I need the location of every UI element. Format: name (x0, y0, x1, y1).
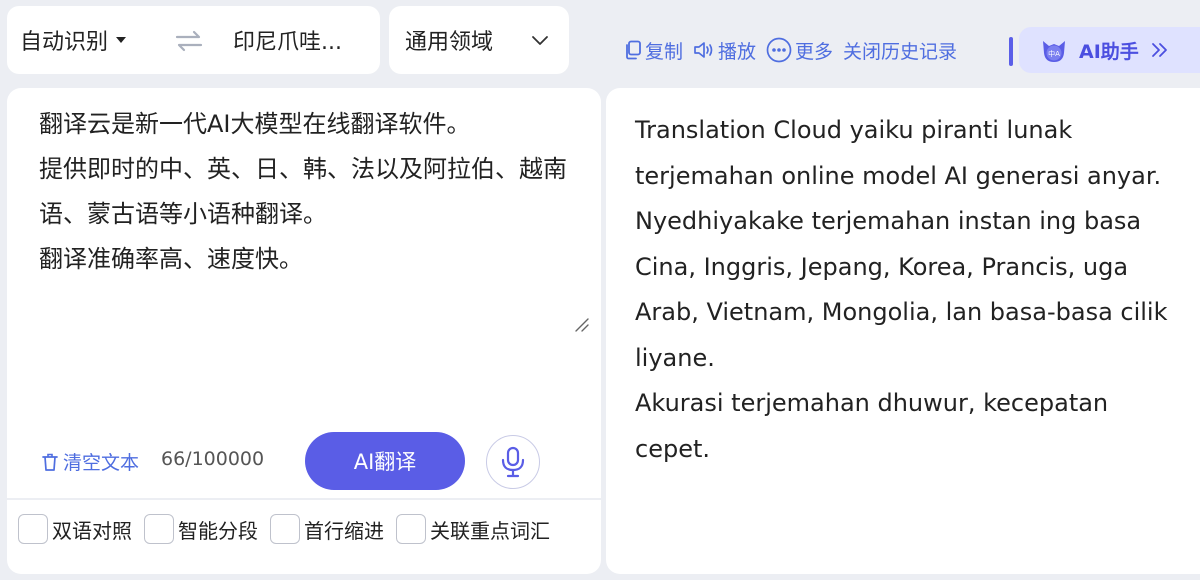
translation-options: 双语对照 智能分段 首行缩进 关联重点词汇 (7, 500, 601, 574)
target-language-dropdown[interactable]: 印尼爪哇... (233, 6, 342, 74)
microphone-icon (501, 446, 525, 478)
ai-assistant-avatar-icon: 中A (1043, 41, 1065, 62)
svg-text:中A: 中A (1048, 49, 1060, 58)
ai-assistant-button[interactable]: 中A AI助手 (1019, 27, 1200, 73)
chevron-down-icon (532, 36, 548, 45)
copy-button[interactable]: 复制 (624, 37, 683, 64)
option-bilingual[interactable]: 双语对照 (18, 514, 132, 544)
option-first-line-indent[interactable]: 首行缩进 (270, 514, 384, 544)
ai-assistant-label: AI助手 (1079, 40, 1139, 63)
ai-translate-button[interactable]: AI翻译 (305, 432, 465, 490)
ai-translate-label: AI翻译 (353, 450, 417, 474)
clear-text-button[interactable]: 清空文本 (41, 448, 139, 475)
play-button[interactable]: 播放 (693, 37, 756, 64)
checkbox[interactable] (396, 514, 426, 544)
option-label: 关联重点词汇 (430, 518, 550, 543)
double-chevron-right-icon (1151, 43, 1167, 57)
copy-label: 复制 (645, 40, 684, 63)
option-label: 双语对照 (52, 518, 132, 543)
language-selector: 自动识别 印尼爪哇... (7, 6, 380, 74)
option-label: 智能分段 (178, 518, 258, 543)
source-language-label: 自动识别 (20, 30, 109, 55)
character-count: 66/100000 (161, 448, 265, 470)
translation-output: Translation Cloud yaiku piranti lunak te… (635, 116, 1168, 463)
close-history-label: 关闭历史记录 (843, 40, 958, 63)
caret-down-icon (116, 37, 127, 43)
trash-icon (42, 453, 58, 471)
close-history-button[interactable]: 关闭历史记录 (843, 37, 957, 64)
target-language-label: 印尼爪哇... (233, 30, 342, 55)
option-label: 首行缩进 (304, 518, 384, 543)
source-language-dropdown[interactable]: 自动识别 (20, 6, 127, 74)
option-smart-paragraph[interactable]: 智能分段 (144, 514, 258, 544)
clear-text-label: 清空文本 (63, 452, 140, 474)
speaker-icon (694, 42, 713, 58)
more-button[interactable]: 更多 (766, 37, 833, 64)
domain-label: 通用领域 (405, 30, 494, 55)
more-dots-icon (766, 37, 792, 63)
copy-icon (626, 40, 641, 60)
option-key-vocabulary[interactable]: 关联重点词汇 (396, 514, 550, 544)
toolbar-divider (1009, 37, 1013, 66)
source-panel: 翻译云是新一代AI大模型在线翻译软件。 提供即时的中、英、日、韩、法以及阿拉伯、… (7, 88, 601, 498)
checkbox[interactable] (18, 514, 48, 544)
checkbox[interactable] (144, 514, 174, 544)
source-text-input[interactable]: 翻译云是新一代AI大模型在线翻译软件。 提供即时的中、英、日、韩、法以及阿拉伯、… (39, 102, 579, 282)
result-toolbar: 复制 播放 更多 关闭历史记录 (624, 30, 967, 70)
play-label: 播放 (718, 40, 757, 63)
voice-input-button[interactable] (486, 435, 540, 489)
more-label: 更多 (795, 40, 834, 63)
swap-arrows-icon[interactable] (175, 30, 203, 52)
target-panel: Translation Cloud yaiku piranti lunak te… (606, 88, 1200, 574)
checkbox[interactable] (270, 514, 300, 544)
resize-handle-icon[interactable] (573, 316, 589, 332)
